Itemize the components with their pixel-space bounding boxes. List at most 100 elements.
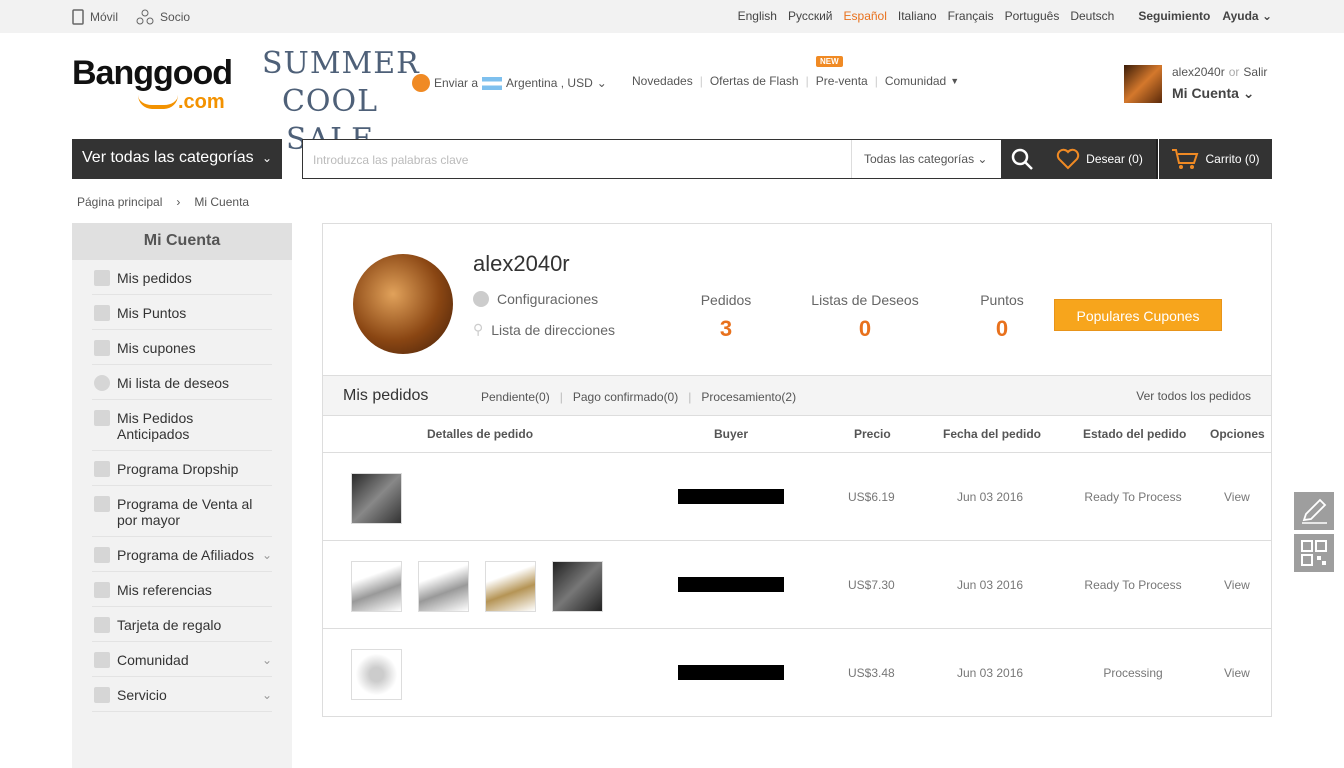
tracking-link[interactable]: Seguimiento — [1138, 9, 1210, 23]
tab-payment-confirmed[interactable]: Pago confirmado(0) — [573, 390, 678, 404]
orders-header: Mis pedidos Pendiente(0) | Pago confirma… — [323, 375, 1271, 416]
sidebar-item-label: Mis Pedidos Anticipados — [117, 410, 194, 442]
partner-link[interactable]: Socio — [136, 9, 190, 25]
product-thumbnail[interactable] — [485, 561, 536, 612]
table-row: US$3.48 Jun 03 2016 Processing View — [323, 629, 1271, 717]
settings-label: Configuraciones — [497, 291, 599, 307]
view-order-link[interactable]: View — [1224, 578, 1250, 592]
search-button[interactable] — [1001, 139, 1043, 179]
nav-presale[interactable]: Pre-venta — [816, 74, 868, 88]
stat-wishlists[interactable]: Listas de Deseos 0 — [803, 292, 927, 342]
popular-coupons-button[interactable]: Populares Cupones — [1054, 299, 1222, 331]
wishlist-label: Desear (0) — [1086, 152, 1143, 166]
settings-link[interactable]: Configuraciones — [473, 291, 598, 307]
account-panel: alex2040r Configuraciones ⚲ Lista de dire… — [322, 223, 1272, 717]
ship-to-value: Argentina , USD — [506, 76, 593, 90]
sidebar-title: Mi Cuenta — [72, 223, 292, 260]
sidebar-item-dropship[interactable]: Programa Dropship — [92, 451, 272, 486]
sidebar-item-community[interactable]: Comunidad ⌄ — [92, 642, 272, 677]
stat-value: 0 — [858, 316, 872, 341]
lang-german[interactable]: Deutsch — [1070, 9, 1114, 23]
qr-code-button[interactable] — [1294, 534, 1334, 572]
chevron-down-icon: ⌄ — [596, 76, 607, 90]
my-account-menu[interactable]: Mi Cuenta ⌄ — [1172, 85, 1255, 102]
order-price: US$7.30 — [848, 578, 895, 592]
product-thumbnail[interactable] — [552, 561, 603, 612]
account-user-line: alex2040r or Salir — [1172, 65, 1267, 79]
summer-sale-banner[interactable]: SUMMER COOL SALE — [262, 45, 419, 157]
order-status: Processing — [1103, 666, 1163, 680]
breadcrumb: Página principal › Mi Cuenta — [77, 195, 249, 209]
help-menu[interactable]: Ayuda ⌄ — [1222, 9, 1272, 23]
sidebar-item-affiliates[interactable]: Programa de Afiliados ⌄ — [92, 537, 272, 572]
all-categories-button[interactable]: Ver todas las categorías ⌄ — [72, 139, 282, 179]
sidebar-item-points[interactable]: Mis Puntos — [92, 295, 272, 330]
orders-title: Mis pedidos — [343, 387, 429, 404]
sidebar-item-referrals[interactable]: Mis referencias — [92, 572, 272, 607]
sidebar-item-label: Programa de Venta al por mayor — [117, 496, 253, 528]
search-input[interactable]: Introduzca las palabras clave Todas las … — [302, 139, 1001, 179]
sidebar-item-service[interactable]: Servicio ⌄ — [92, 677, 272, 712]
view-all-orders-link[interactable]: Ver todos los pedidos — [1136, 389, 1251, 403]
stat-orders[interactable]: Pedidos 3 — [693, 292, 759, 342]
lang-french[interactable]: Français — [948, 9, 994, 23]
or-text: or — [1228, 65, 1240, 79]
header: Banggood .com SUMMER COOL SALE Enviar a … — [0, 33, 1344, 157]
heart-icon — [94, 375, 110, 391]
breadcrumb-home[interactable]: Página principal — [77, 195, 162, 209]
ship-to-selector[interactable]: Enviar a Argentina , USD ⌄ — [412, 74, 607, 92]
view-order-link[interactable]: View — [1224, 666, 1250, 680]
header-username[interactable]: alex2040r — [1172, 65, 1225, 79]
orders-table-header: Detalles de pedido Buyer Precio Fecha de… — [323, 416, 1271, 453]
main-nav: Novedades | Ofertas de Flash | Pre-venta… — [632, 74, 960, 88]
view-order-link[interactable]: View — [1224, 490, 1250, 504]
stat-points[interactable]: Puntos 0 — [973, 292, 1031, 342]
sidebar-item-coupons[interactable]: Mis cupones — [92, 330, 272, 365]
lang-english[interactable]: English — [738, 9, 777, 23]
sidebar-item-label: Programa de Afiliados — [117, 547, 254, 563]
coupon-icon — [94, 340, 110, 356]
logout-link[interactable]: Salir — [1243, 65, 1267, 79]
sidebar-item-preorders[interactable]: Mis Pedidos Anticipados — [92, 400, 272, 451]
pencil-icon — [1302, 498, 1327, 524]
feedback-button[interactable] — [1294, 492, 1334, 530]
order-date: Jun 03 2016 — [957, 578, 1024, 592]
account-sidebar: Mi Cuenta Mis pedidos Mis Puntos Mis cup… — [72, 223, 292, 768]
tab-processing[interactable]: Procesamiento(2) — [701, 390, 796, 404]
avatar[interactable] — [1124, 65, 1162, 103]
profile-avatar[interactable] — [353, 254, 453, 354]
product-thumbnail[interactable] — [351, 561, 402, 612]
mobile-link[interactable]: Móvil — [72, 9, 118, 25]
all-categories-label: Ver todas las categorías — [82, 149, 254, 166]
account-widget: alex2040r or Salir Mi Cuenta ⌄ — [1124, 64, 1284, 104]
nav-novedades[interactable]: Novedades — [632, 74, 693, 88]
sidebar-item-wholesale[interactable]: Programa de Venta al por mayor — [92, 486, 272, 537]
tab-pending[interactable]: Pendiente(0) — [481, 390, 550, 404]
lang-spanish[interactable]: Español — [844, 9, 887, 23]
lang-italian[interactable]: Italiano — [898, 9, 937, 23]
nav-community[interactable]: Comunidad — [885, 74, 946, 88]
sidebar-item-gift-card[interactable]: Tarjeta de regalo — [92, 607, 272, 642]
partner-label: Socio — [160, 10, 191, 24]
globe-icon — [412, 74, 430, 92]
search-category-select[interactable]: Todas las categorías ⌄ — [851, 140, 1001, 178]
product-thumbnail[interactable] — [351, 649, 402, 700]
address-list-link[interactable]: ⚲ Lista de direcciones — [473, 321, 615, 338]
banggood-logo[interactable]: Banggood .com — [72, 55, 252, 115]
search-row: Ver todas las categorías ⌄ Introduzca la… — [72, 139, 1272, 179]
product-thumbnail[interactable] — [351, 473, 402, 524]
stat-value: 3 — [719, 316, 733, 341]
lang-portuguese[interactable]: Português — [1005, 9, 1060, 23]
cart-button[interactable]: Carrito (0) — [1159, 139, 1272, 179]
sidebar-item-orders[interactable]: Mis pedidos — [92, 260, 272, 295]
product-thumbnail[interactable] — [418, 561, 469, 612]
stat-value: 0 — [995, 316, 1009, 341]
col-options: Opciones — [1210, 427, 1265, 441]
search-icon — [1011, 148, 1033, 170]
wishlist-button[interactable]: Desear (0) — [1043, 139, 1158, 179]
nav-flash-deals[interactable]: Ofertas de Flash — [710, 74, 799, 88]
col-order-date: Fecha del pedido — [943, 427, 1042, 441]
sidebar-item-wishlist[interactable]: Mi lista de deseos — [92, 365, 272, 400]
lang-russian[interactable]: Русский — [788, 9, 833, 23]
support-icon — [94, 687, 110, 703]
